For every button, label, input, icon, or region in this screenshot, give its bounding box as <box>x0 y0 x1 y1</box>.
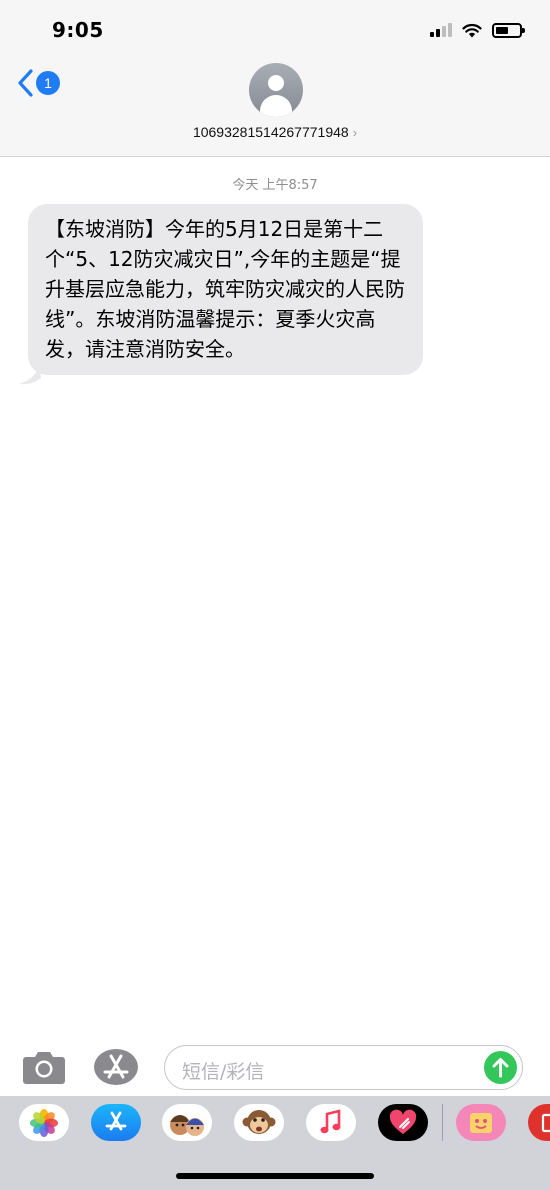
camera-button[interactable] <box>22 1047 66 1087</box>
stickers-app-icon[interactable] <box>456 1104 506 1141</box>
memoji-app-icon[interactable] <box>162 1104 212 1141</box>
app-store-app-icon[interactable] <box>91 1104 141 1141</box>
app-store-icon <box>94 1049 138 1085</box>
unread-count-badge: 1 <box>36 71 60 95</box>
wifi-icon <box>462 23 482 37</box>
app-store-button[interactable] <box>93 1048 139 1086</box>
status-icons <box>430 18 525 42</box>
message-text: 【东坡消防】今年的5月12日是第十二个“5、12防灾减灾日”,今年的主题是“提升… <box>45 217 405 361</box>
camera-icon <box>23 1052 65 1084</box>
contact-avatar[interactable] <box>249 63 303 117</box>
back-button[interactable]: 1 <box>16 68 60 98</box>
animoji-monkey-app-icon[interactable] <box>234 1104 284 1141</box>
status-time: 9:05 <box>52 18 104 42</box>
photos-app-icon[interactable] <box>19 1104 69 1141</box>
contact-number: 10693281514267771948 <box>192 124 349 140</box>
drawer-separator <box>442 1104 443 1141</box>
message-input-placeholder: 短信/彩信 <box>182 1061 265 1083</box>
chevron-left-icon <box>18 69 33 97</box>
music-app-icon[interactable] <box>306 1104 356 1141</box>
arrow-up-icon <box>492 1058 509 1078</box>
contact-name-button[interactable]: 10693281514267771948 › <box>0 124 550 140</box>
message-timestamp: 今天 上午8:57 <box>232 178 318 193</box>
partial-app-icon[interactable] <box>528 1104 550 1141</box>
message-input[interactable]: 短信/彩信 <box>164 1045 523 1090</box>
cellular-signal-icon <box>430 23 452 37</box>
send-button[interactable] <box>484 1051 517 1084</box>
digital-touch-app-icon[interactable] <box>378 1104 428 1141</box>
incoming-message-bubble[interactable]: 【东坡消防】今年的5月12日是第十二个“5、12防灾减灾日”,今年的主题是“提升… <box>28 204 423 375</box>
home-indicator <box>176 1173 374 1179</box>
chevron-right-icon: › <box>352 125 358 140</box>
battery-icon <box>492 22 525 38</box>
navigation-header: 9:05 1 10693281514267771948 › <box>0 0 550 157</box>
